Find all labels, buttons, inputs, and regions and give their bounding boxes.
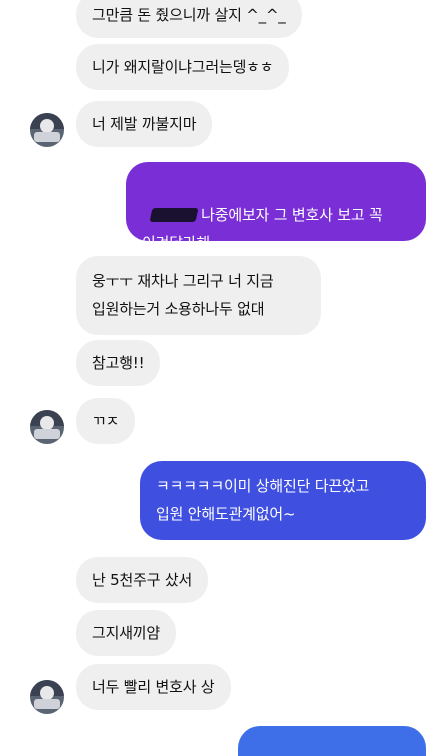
incoming-message[interactable]: 참고행!! (76, 340, 161, 386)
incoming-message[interactable]: 그지새끼얌 (76, 610, 177, 656)
incoming-message[interactable]: 너 제발 까불지마 (76, 101, 213, 147)
avatar-base (34, 132, 60, 142)
avatar-base (34, 429, 60, 439)
incoming-message[interactable]: 그만큼 돈 줬으니까 살지 ^_^_ (76, 0, 302, 38)
contact-avatar[interactable] (30, 113, 64, 147)
avatar-figure (40, 686, 54, 700)
outgoing-message[interactable]: ㅋㅋㅋㅋㅋ이미 상해진단 다끈었고 입원 안해도관계없어~ (140, 461, 426, 540)
contact-avatar[interactable] (30, 680, 64, 714)
avatar-base (34, 699, 60, 709)
incoming-message[interactable]: 니가 왜지랄이냐그러는뎅ㅎㅎ (76, 44, 290, 90)
incoming-message[interactable]: 너두 빨리 변호사 상 (76, 664, 231, 710)
incoming-message[interactable]: 웅ㅜㅜ 재차나 그리구 너 지금 입원하는거 소용하나두 없대 (76, 256, 321, 335)
outgoing-message-partial[interactable] (238, 726, 426, 756)
incoming-message[interactable]: ㄲㅈ (76, 398, 136, 444)
contact-avatar[interactable] (30, 410, 64, 444)
avatar-figure (40, 416, 54, 430)
incoming-message[interactable]: 난 5천주구 샀서 (76, 557, 209, 603)
redacted-scribble (149, 208, 199, 222)
outgoing-message[interactable]: 나중에보자 그 변호사 보고 꼭 이겨달라해 (126, 162, 426, 252)
avatar-figure (40, 119, 54, 133)
